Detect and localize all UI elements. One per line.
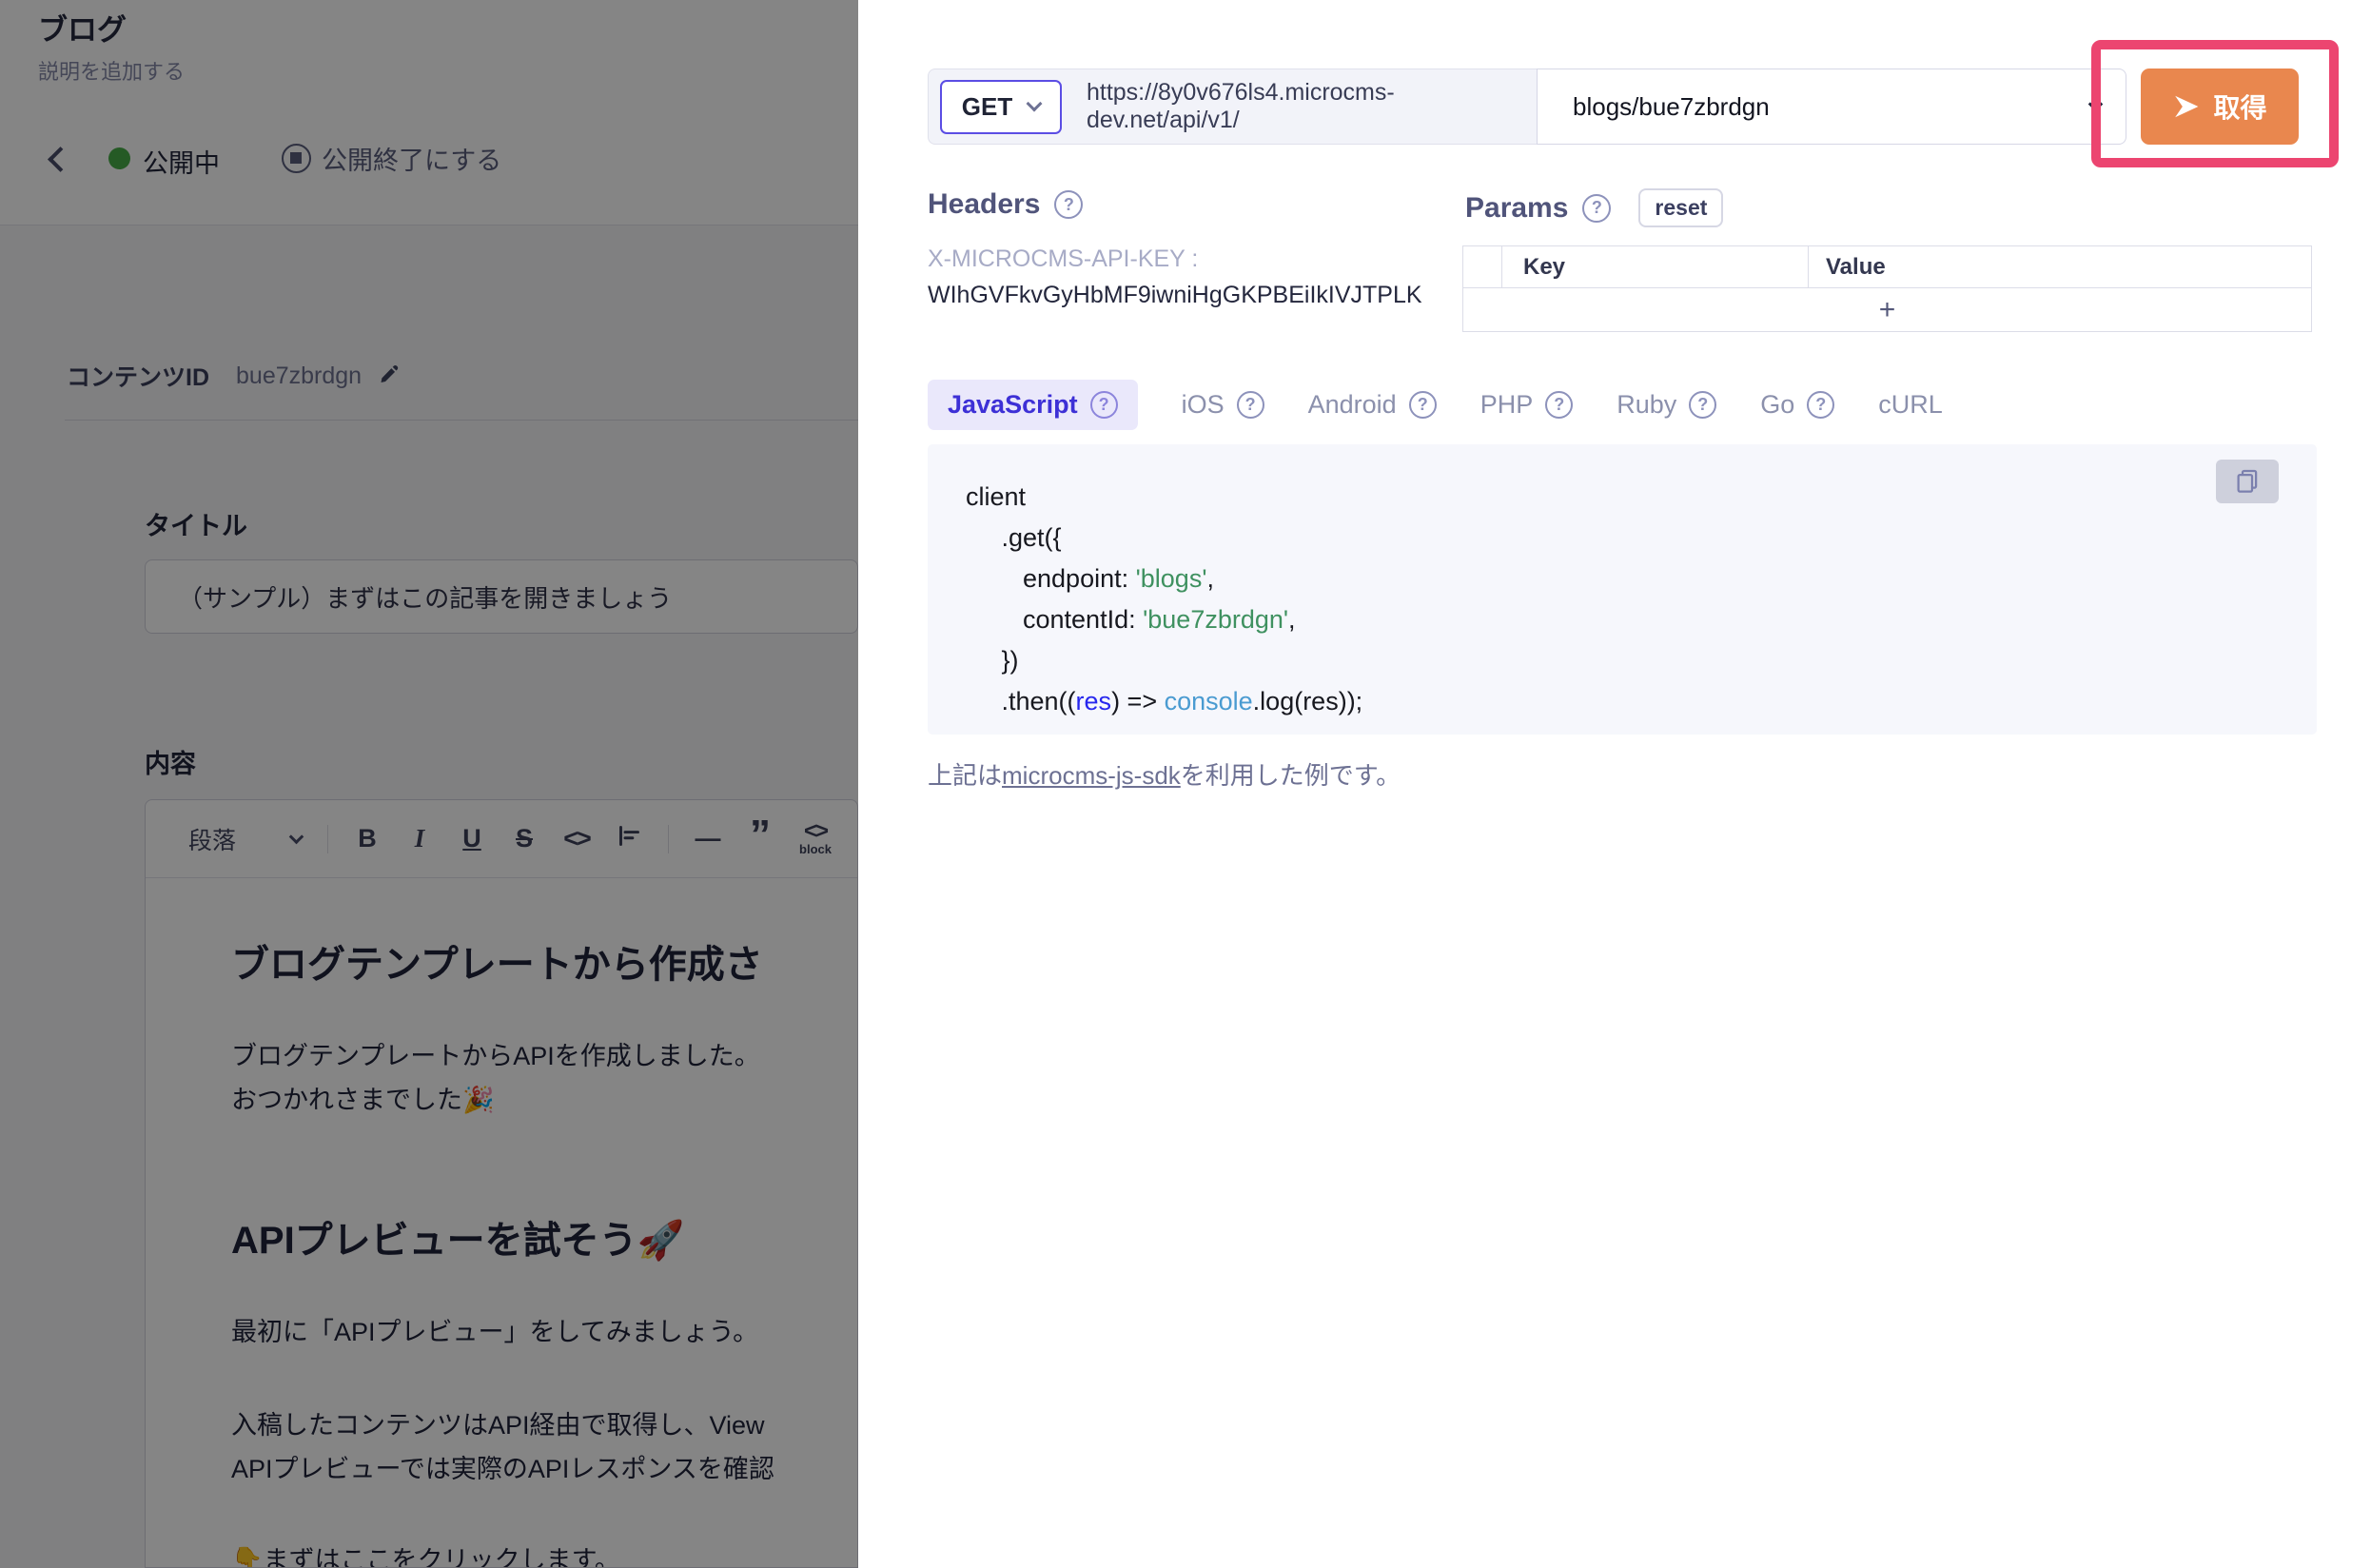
help-icon[interactable]: ? [1409,391,1437,419]
reset-button[interactable]: reset [1638,188,1723,227]
code-token: ) => [1111,687,1165,715]
help-icon[interactable]: ? [1689,391,1716,419]
endpoint-select[interactable]: blogs/bue7zbrdgn [1537,69,2126,145]
sdk-link[interactable]: microcms-js-sdk [1002,761,1181,790]
code-line: .get({ [966,518,2317,559]
method-url-group: GET https://8y0v676ls4.microcms-dev.net/… [928,69,1537,145]
code-token: .log(res)); [1253,687,1363,715]
code-line: client [966,477,2317,518]
endpoint-value: blogs/bue7zbrdgn [1573,92,1770,122]
send-icon [2172,94,2201,119]
code-line: contentId: 'bue7zbrdgn', [966,599,2317,640]
code-token: , [1288,605,1296,634]
tab-go[interactable]: Go ? [1760,390,1834,420]
tab-label: JavaScript [948,390,1078,420]
tab-label: PHP [1480,390,1534,420]
headers-section: Headers ? X-MICROCMS-API-KEY : WIhGVFkvG… [928,188,1441,309]
code-var-token: res [1076,687,1112,715]
add-param-row-button[interactable]: + [1463,288,2311,331]
headers-title: Headers [928,188,1040,221]
help-icon[interactable]: ? [1807,391,1834,419]
api-key-label: X-MICROCMS-API-KEY : [928,245,1441,273]
code-string-token: 'bue7zbrdgn' [1143,605,1288,634]
help-icon[interactable]: ? [1545,391,1573,419]
modal-backdrop[interactable] [0,0,858,1568]
help-icon[interactable]: ? [1054,190,1083,219]
value-column-header: Value [1809,246,2311,287]
fetch-button[interactable]: 取得 [2141,69,2299,145]
chevron-down-icon [2088,96,2104,111]
copy-button[interactable] [2216,460,2279,503]
params-section: Params ? reset [1465,188,1723,227]
content-edit-page: ブログ 説明を追加する 公開中 公開終了にする コンテンツID bue7zbrd… [0,0,858,1568]
language-tabs: JavaScript ? iOS ? Android ? PHP ? Ruby … [928,380,1943,430]
tab-label: Android [1308,390,1397,420]
code-sample-block: client .get({ endpoint: 'blogs', content… [928,444,2317,735]
tab-ios[interactable]: iOS ? [1182,390,1264,420]
copy-icon [2233,467,2262,496]
tab-ruby[interactable]: Ruby ? [1617,390,1716,420]
checkbox-column [1463,246,1502,287]
help-icon[interactable]: ? [1582,194,1611,223]
base-url-label: https://8y0v676ls4.microcms-dev.net/api/… [1087,79,1537,134]
params-table-header: Key Value [1463,246,2311,288]
code-string-token: 'blogs' [1136,564,1207,593]
code-sample: client .get({ endpoint: 'blogs', content… [928,444,2317,722]
help-icon[interactable]: ? [1090,391,1118,419]
key-column-header: Key [1502,246,1809,287]
api-preview-panel: GET https://8y0v676ls4.microcms-dev.net/… [858,0,2371,1568]
code-line: .then((res) => console.log(res)); [966,681,2317,722]
tab-curl[interactable]: cURL [1878,390,1943,420]
fetch-button-label: 取得 [2213,88,2266,126]
code-token: .then(( [966,687,1076,715]
tab-label: Go [1760,390,1794,420]
code-token: contentId: [966,605,1143,634]
tab-label: iOS [1182,390,1225,420]
method-label: GET [962,92,1012,122]
sdk-note-pre: 上記は [928,761,1002,790]
tab-android[interactable]: Android ? [1308,390,1437,420]
chevron-down-icon [1027,95,1043,111]
tab-label: cURL [1878,390,1943,420]
code-console-token: console [1165,687,1253,715]
tab-php[interactable]: PHP ? [1480,390,1574,420]
code-token: endpoint: [966,564,1136,593]
sdk-note: 上記はmicrocms-js-sdkを利用した例です。 [928,756,1401,792]
code-line: }) [966,640,2317,681]
params-table: Key Value + [1462,245,2312,332]
method-select[interactable]: GET [940,80,1062,134]
params-title: Params [1465,192,1568,225]
api-key-value: WIhGVFkvGyHbMF9iwniHgGKPBEiIkIVJTPLK [928,282,1441,309]
help-icon[interactable]: ? [1237,391,1264,419]
tab-label: Ruby [1617,390,1676,420]
code-token: , [1206,564,1214,593]
code-line: endpoint: 'blogs', [966,559,2317,599]
request-bar: GET https://8y0v676ls4.microcms-dev.net/… [928,69,2299,145]
sdk-note-post: を利用した例です。 [1181,761,1401,790]
tab-javascript[interactable]: JavaScript ? [928,380,1138,430]
